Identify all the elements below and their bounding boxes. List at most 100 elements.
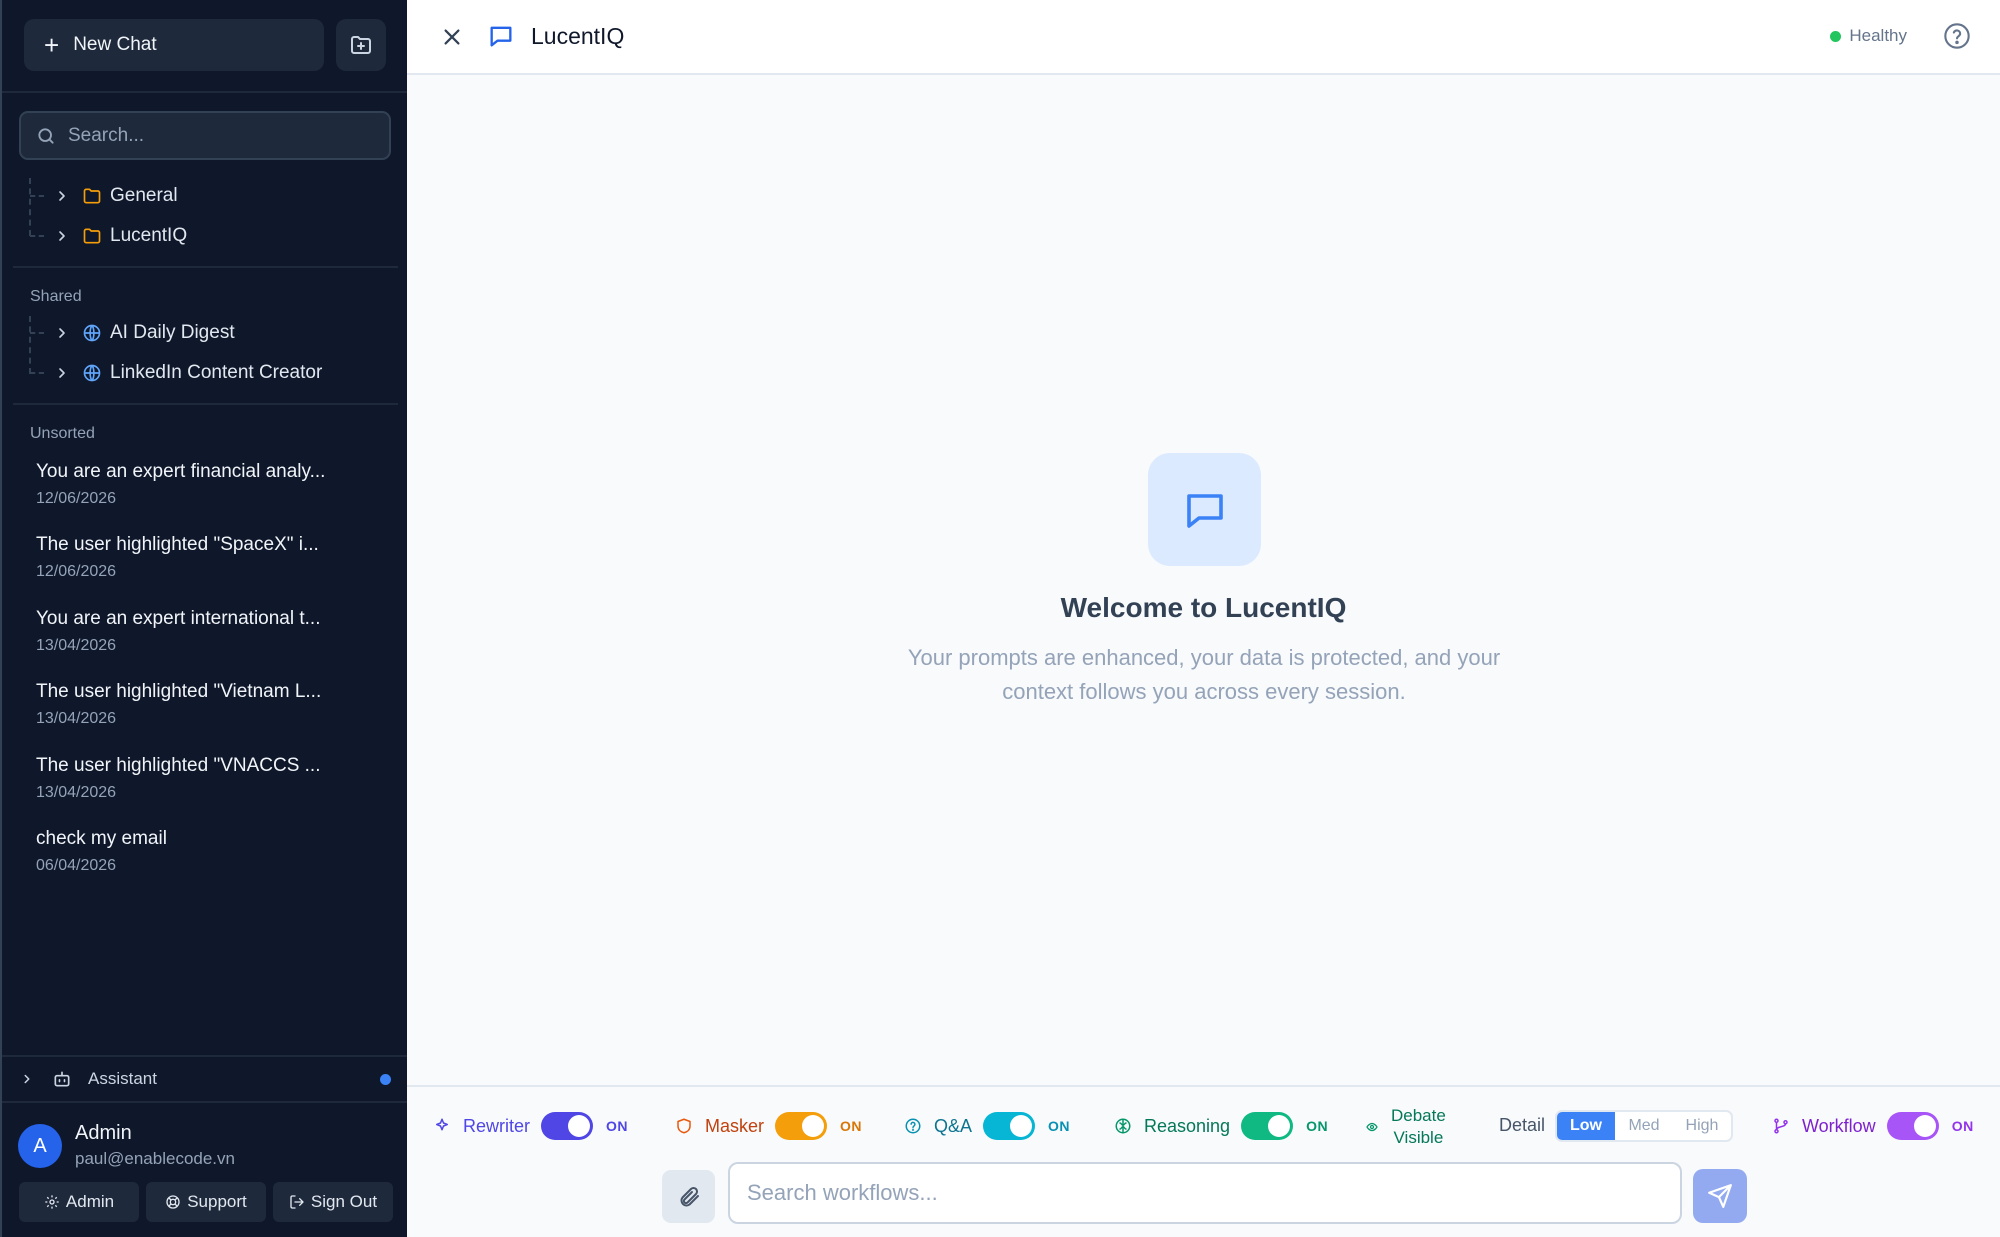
folder-plus-icon xyxy=(351,36,371,54)
assistant-toggle[interactable]: Assistant xyxy=(2,1055,407,1103)
admin-button[interactable]: Admin xyxy=(19,1182,139,1222)
globe-icon xyxy=(83,324,101,342)
welcome-subtitle: Your prompts are enhanced, your data is … xyxy=(907,645,1501,704)
detail-option-high[interactable]: High xyxy=(1673,1112,1731,1140)
switch-knob xyxy=(1010,1115,1033,1137)
sign-out-button[interactable]: Sign Out xyxy=(273,1182,393,1222)
send-button[interactable] xyxy=(1693,1169,1747,1223)
welcome-icon-tile xyxy=(1148,453,1261,566)
folder-item-lucentiq[interactable]: LucentIQ xyxy=(30,218,187,254)
tree-connector xyxy=(30,372,44,374)
admin-button-label: Admin xyxy=(65,1192,115,1211)
support-button[interactable]: Support xyxy=(146,1182,266,1222)
assistant-label: Assistant xyxy=(88,1069,157,1088)
tree-connector xyxy=(30,235,44,237)
qa-switch[interactable] xyxy=(983,1112,1036,1140)
chat-title: You are an expert international t... xyxy=(36,608,321,629)
close-button[interactable] xyxy=(437,22,467,52)
masker-state: ON xyxy=(840,1118,863,1134)
notification-dot xyxy=(380,1073,391,1085)
chat-title: You are an expert financial analy... xyxy=(36,461,326,482)
chevron-right-icon xyxy=(59,231,65,241)
chat-list-item[interactable]: The user highlighted "VNACCS ... 13/04/2… xyxy=(36,755,376,802)
chevron-right-icon xyxy=(59,368,65,378)
chevron-right-icon xyxy=(24,1074,30,1084)
detail-option-low[interactable]: Low xyxy=(1557,1112,1615,1140)
welcome-title: Welcome to LucentIQ xyxy=(1060,592,1347,623)
tree-connector xyxy=(30,332,44,334)
folder-icon xyxy=(83,228,101,244)
chat-date: 12/06/2026 xyxy=(36,563,117,580)
git-branch-icon xyxy=(1774,1118,1788,1134)
chat-list-item[interactable]: You are an expert financial analy... 12/… xyxy=(36,461,376,508)
unsorted-section-label: Unsorted xyxy=(30,425,95,442)
sidebar-top: + New Chat xyxy=(2,0,407,93)
workflow-toggle-group: Workflow ON xyxy=(1772,1111,1974,1141)
composer-area: Rewriter ON Masker ON Q&A ON Reasoning O… xyxy=(407,1085,2000,1237)
sparkles-icon xyxy=(436,1118,448,1131)
sign-out-icon xyxy=(290,1195,304,1209)
chat-title: check my email xyxy=(36,828,167,849)
brain-icon xyxy=(1115,1118,1131,1134)
workflow-state: ON xyxy=(1951,1118,1974,1134)
search-input[interactable] xyxy=(68,124,368,147)
shared-label: LinkedIn Content Creator xyxy=(110,362,323,383)
shared-item-ai-daily-digest[interactable]: AI Daily Digest xyxy=(30,315,235,351)
detail-label: Detail xyxy=(1499,1115,1546,1135)
status-badge: Healthy xyxy=(1830,26,1907,46)
chevron-right-icon xyxy=(59,328,65,338)
shared-label: AI Daily Digest xyxy=(110,322,235,343)
status-text: Healthy xyxy=(1849,26,1907,45)
masker-toggle-group: Masker ON xyxy=(675,1111,862,1141)
help-button[interactable] xyxy=(1943,22,1971,55)
search-icon xyxy=(38,127,54,144)
status-dot xyxy=(1830,30,1842,42)
workflow-switch[interactable] xyxy=(1886,1112,1939,1140)
avatar: A xyxy=(18,1124,62,1168)
masker-label: Masker xyxy=(705,1115,765,1136)
lifebuoy-icon xyxy=(166,1195,180,1209)
detail-option-med[interactable]: Med xyxy=(1615,1112,1673,1140)
message-input[interactable] xyxy=(728,1162,1682,1224)
page-title: LucentIQ xyxy=(531,23,625,49)
globe-icon xyxy=(83,364,101,382)
folder-item-general[interactable]: General xyxy=(30,178,178,214)
chat-list-item[interactable]: The user highlighted "SpaceX" i... 12/06… xyxy=(36,534,376,581)
qa-toggle-group: Q&A ON xyxy=(904,1111,1070,1141)
chat-list-item[interactable]: You are an expert international t... 13/… xyxy=(36,608,376,655)
chat-list-item[interactable]: check my email 06/04/2026 xyxy=(36,828,376,875)
help-icon xyxy=(1944,23,1970,49)
chat-list-item[interactable]: The user highlighted "Vietnam L... 13/04… xyxy=(36,681,376,728)
chat-bubble-icon xyxy=(490,26,512,47)
chat-date: 13/04/2026 xyxy=(36,637,117,654)
gear-icon xyxy=(45,1195,59,1209)
chat-title: The user highlighted "SpaceX" i... xyxy=(36,534,319,555)
divider xyxy=(13,403,398,405)
question-icon xyxy=(905,1118,921,1134)
shared-item-linkedin-content-creator[interactable]: LinkedIn Content Creator xyxy=(30,355,322,391)
sidebar-footer: Admin Support Sign Out xyxy=(19,1182,393,1222)
support-button-label: Support xyxy=(187,1192,247,1211)
close-icon xyxy=(444,29,460,45)
detail-segmented-control: Low Med High xyxy=(1555,1110,1733,1142)
reasoning-toggle-group: Reasoning ON xyxy=(1114,1111,1328,1141)
folder-icon xyxy=(83,188,101,204)
new-chat-button[interactable]: + New Chat xyxy=(24,19,324,71)
reasoning-switch[interactable] xyxy=(1241,1112,1294,1140)
qa-label: Q&A xyxy=(934,1115,973,1136)
send-icon xyxy=(1708,1184,1732,1208)
new-folder-button[interactable] xyxy=(336,19,386,71)
switch-knob xyxy=(1268,1115,1291,1137)
top-header: LucentIQ Healthy xyxy=(407,0,2000,75)
chat-bubble-icon xyxy=(1186,493,1223,528)
rewriter-toggle-group: Rewriter ON xyxy=(433,1111,628,1141)
debate-visible-toggle[interactable]: Debate Visible xyxy=(1366,1105,1446,1149)
user-name: Admin xyxy=(75,1122,132,1144)
chat-title: The user highlighted "VNACCS ... xyxy=(36,755,321,776)
attach-button[interactable] xyxy=(662,1170,715,1223)
masker-switch[interactable] xyxy=(775,1112,828,1140)
rewriter-switch[interactable] xyxy=(541,1112,594,1140)
folder-label: General xyxy=(110,185,178,206)
rewriter-label: Rewriter xyxy=(463,1115,531,1136)
chat-date: 12/06/2026 xyxy=(36,490,117,507)
